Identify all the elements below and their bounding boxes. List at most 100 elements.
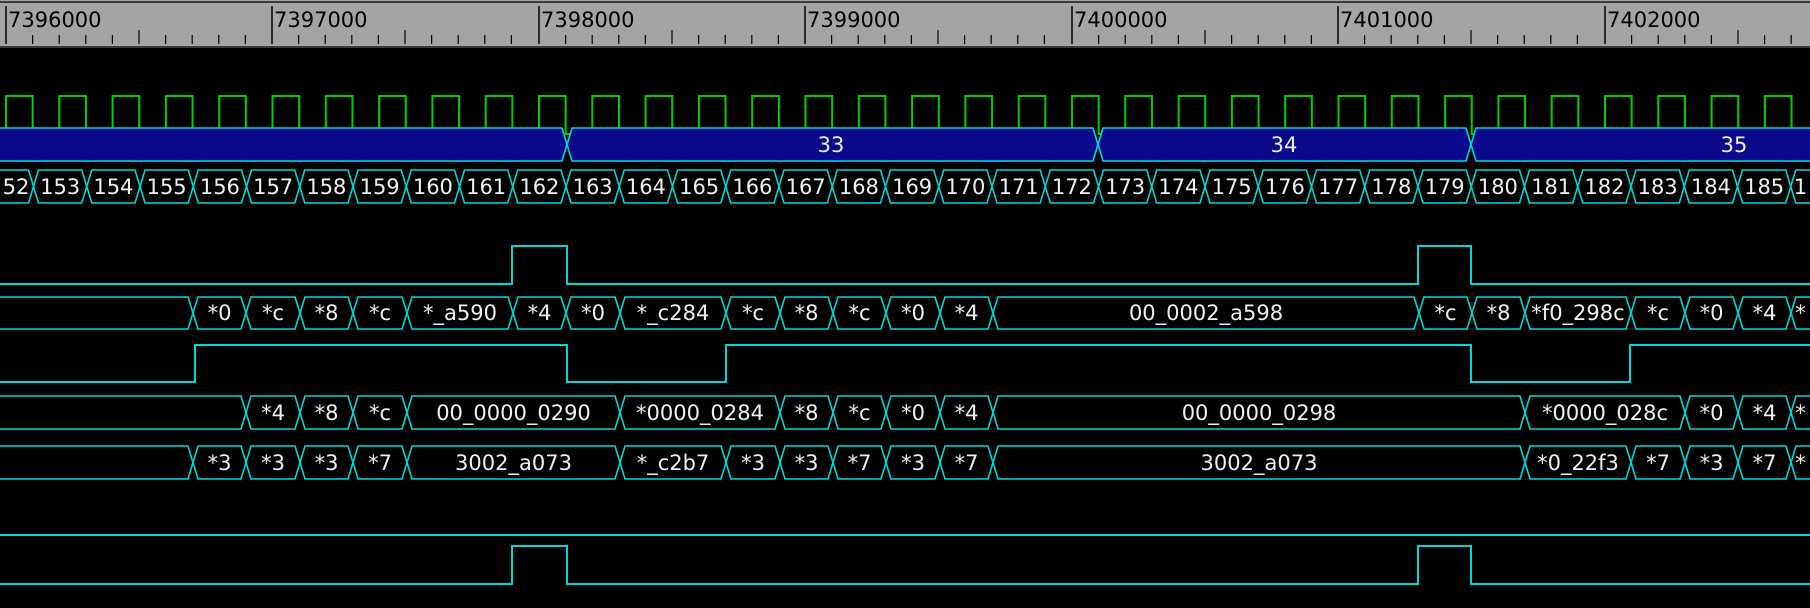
bus-value-label: *c — [833, 401, 886, 425]
bus-value-label: *8 — [1472, 301, 1525, 325]
bus-value-label: *c — [353, 401, 407, 425]
bus-value-label: 180 — [1468, 175, 1528, 199]
bus-value-label: *0000_028c — [1525, 401, 1685, 425]
bus-value-label: *0000_0284 — [620, 401, 780, 425]
bus-value-label: 163 — [563, 175, 623, 199]
group-bus-segment — [0, 128, 567, 161]
bus-value-label: 3002_a073 — [993, 451, 1525, 475]
bus-value-label: *4 — [513, 301, 566, 325]
bus-value-label: * — [1781, 301, 1810, 325]
bus-value-label: 178 — [1361, 175, 1421, 199]
bus-value-label: 175 — [1202, 175, 1262, 199]
bus-value-label: *4 — [940, 301, 993, 325]
ruler-ticks — [0, 0, 1810, 46]
bus-value-label: *0 — [1685, 301, 1738, 325]
bus-value-label: *0_22f3 — [1525, 451, 1631, 475]
bus-value-label: *8 — [300, 401, 353, 425]
bus-a-segment — [0, 297, 193, 329]
bus-value-label: 00_0000_0290 — [407, 401, 620, 425]
bus-value-label: *c — [246, 301, 300, 325]
ruler-tick-label: 7399000 — [807, 8, 901, 32]
bus-value-label: 153 — [30, 175, 90, 199]
bus-value-label: *3 — [300, 451, 353, 475]
bus-value-label: *3 — [726, 451, 780, 475]
bus-value-label: *0 — [886, 301, 940, 325]
bus-value-label: *8 — [780, 301, 833, 325]
bus-value-label: 160 — [403, 175, 463, 199]
bus-value-label: *3 — [193, 451, 246, 475]
bus-value-label: *_c284 — [620, 301, 726, 325]
bus-value-label: 172 — [1042, 175, 1102, 199]
bus-value-label: *0 — [1685, 401, 1738, 425]
bus-value-label: 166 — [722, 175, 782, 199]
bus-value-label: *8 — [780, 401, 833, 425]
bus-b-segment — [0, 396, 246, 429]
bus-value-label: 34 — [1244, 133, 1324, 157]
bus-value-label: 156 — [190, 175, 250, 199]
time-ruler[interactable]: 7396000 7397000 7398000 7399000 7400000 … — [0, 0, 1810, 48]
bus-value-label: 173 — [1095, 175, 1155, 199]
bus-value-label: 158 — [296, 175, 356, 199]
bus-value-label: 169 — [882, 175, 942, 199]
bus-value-label: 154 — [83, 175, 143, 199]
bus-value-label: *c — [1419, 301, 1472, 325]
bus-value-label: *0 — [193, 301, 246, 325]
bus-value-label: 168 — [829, 175, 889, 199]
bus-value-label: 167 — [776, 175, 836, 199]
bus-value-label: 33 — [791, 133, 871, 157]
bus-value-label: 164 — [616, 175, 676, 199]
bus-value-label: *3 — [780, 451, 833, 475]
ruler-tick-label: 7401000 — [1340, 8, 1434, 32]
bus-value-label: *_a590 — [407, 301, 513, 325]
bus-value-label: *7 — [833, 451, 886, 475]
bus-value-label: 161 — [456, 175, 516, 199]
bus-value-label: 162 — [509, 175, 569, 199]
bus-value-label: 00_0000_0298 — [993, 401, 1525, 425]
bus-value-label: *3 — [886, 451, 940, 475]
pulse-signal-3 — [0, 546, 1810, 584]
bus-value-label: 00_0002_a598 — [993, 301, 1419, 325]
bus-value-label: * — [1781, 401, 1810, 425]
bus-value-label: 155 — [137, 175, 197, 199]
bus-value-label: *_c2b7 — [620, 451, 726, 475]
bus-value-label: *3 — [1685, 451, 1738, 475]
bus-value-label: *7 — [353, 451, 407, 475]
ruler-tick-label: 7396000 — [8, 8, 102, 32]
bus-value-label: 170 — [935, 175, 995, 199]
ruler-tick-label: 7397000 — [274, 8, 368, 32]
bus-value-label: *7 — [1631, 451, 1685, 475]
ruler-tick-label: 7402000 — [1607, 8, 1701, 32]
pulse-signal-2 — [0, 345, 1810, 382]
bus-value-label: 177 — [1308, 175, 1368, 199]
bus-value-label: *c — [1631, 301, 1685, 325]
bus-value-label: *0 — [886, 401, 940, 425]
bus-value-label: 183 — [1628, 175, 1688, 199]
bus-value-label: 171 — [989, 175, 1049, 199]
bus-value-label: 3002_a073 — [407, 451, 620, 475]
bus-value-label: *8 — [300, 301, 353, 325]
bus-value-label: *c — [353, 301, 407, 325]
bus-value-label: 1 — [1770, 175, 1810, 199]
bus-value-label: 159 — [350, 175, 410, 199]
bus-c-segment — [0, 446, 193, 479]
bus-value-label: *c — [833, 301, 886, 325]
bus-value-label: 157 — [243, 175, 303, 199]
pulse-signal-1 — [0, 246, 1810, 284]
bus-value-label: *3 — [246, 451, 300, 475]
ruler-tick-label: 7398000 — [541, 8, 635, 32]
bus-value-label: *c — [726, 301, 780, 325]
bus-value-label: 179 — [1415, 175, 1475, 199]
bus-value-label: 165 — [669, 175, 729, 199]
waveform-canvas — [0, 48, 1810, 604]
bus-value-label: *f0_298c — [1525, 301, 1631, 325]
bus-value-label: 176 — [1255, 175, 1315, 199]
ruler-tick-label: 7400000 — [1074, 8, 1168, 32]
bus-value-label: * — [1781, 451, 1810, 475]
bus-value-label: *4 — [940, 401, 993, 425]
bus-value-label: 174 — [1148, 175, 1208, 199]
bus-value-label: 181 — [1521, 175, 1581, 199]
waveform-area[interactable]: 3334355215315415515615715815916016116216… — [0, 48, 1810, 604]
bus-value-label: 182 — [1574, 175, 1634, 199]
bus-value-label: *7 — [940, 451, 993, 475]
bus-value-label: *4 — [246, 401, 300, 425]
